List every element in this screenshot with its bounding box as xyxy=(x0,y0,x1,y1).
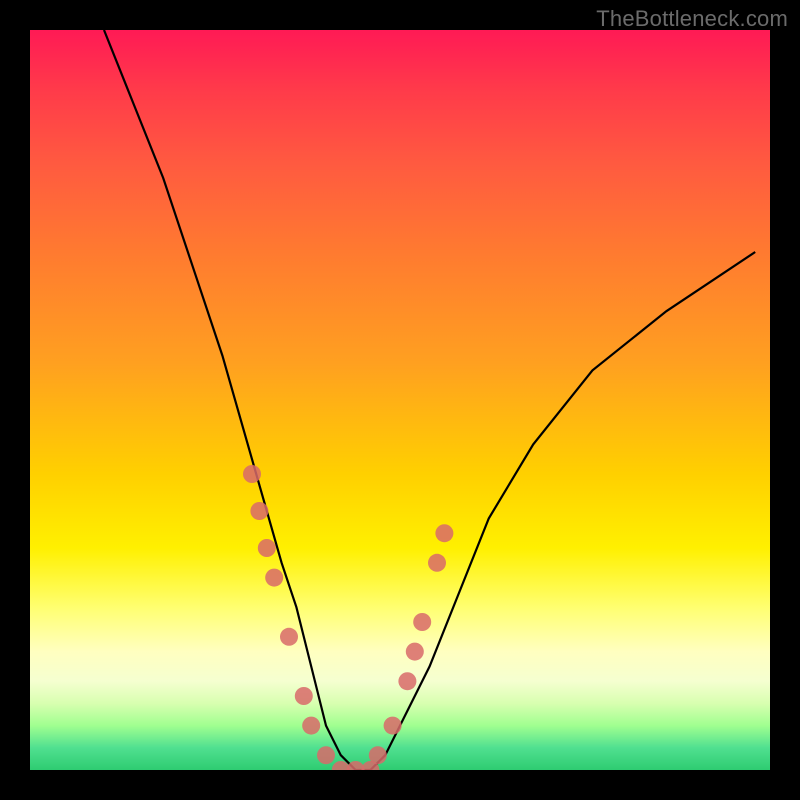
curve-layer xyxy=(30,30,770,770)
marker-dot xyxy=(280,628,298,646)
marker-dot xyxy=(317,746,335,764)
marker-dot xyxy=(413,613,431,631)
chart-frame: TheBottleneck.com xyxy=(0,0,800,800)
marker-dot xyxy=(406,643,424,661)
marker-dot xyxy=(369,746,387,764)
bottleneck-curve xyxy=(104,30,755,770)
marker-dot xyxy=(258,539,276,557)
marker-dot xyxy=(250,502,268,520)
marker-dot xyxy=(398,672,416,690)
plot-area xyxy=(30,30,770,770)
marker-dot xyxy=(435,524,453,542)
marker-dot xyxy=(384,717,402,735)
marker-dot xyxy=(295,687,313,705)
highlighted-points xyxy=(243,465,453,770)
marker-dot xyxy=(265,569,283,587)
watermark-text: TheBottleneck.com xyxy=(596,6,788,32)
marker-dot xyxy=(302,717,320,735)
marker-dot xyxy=(243,465,261,483)
marker-dot xyxy=(428,554,446,572)
